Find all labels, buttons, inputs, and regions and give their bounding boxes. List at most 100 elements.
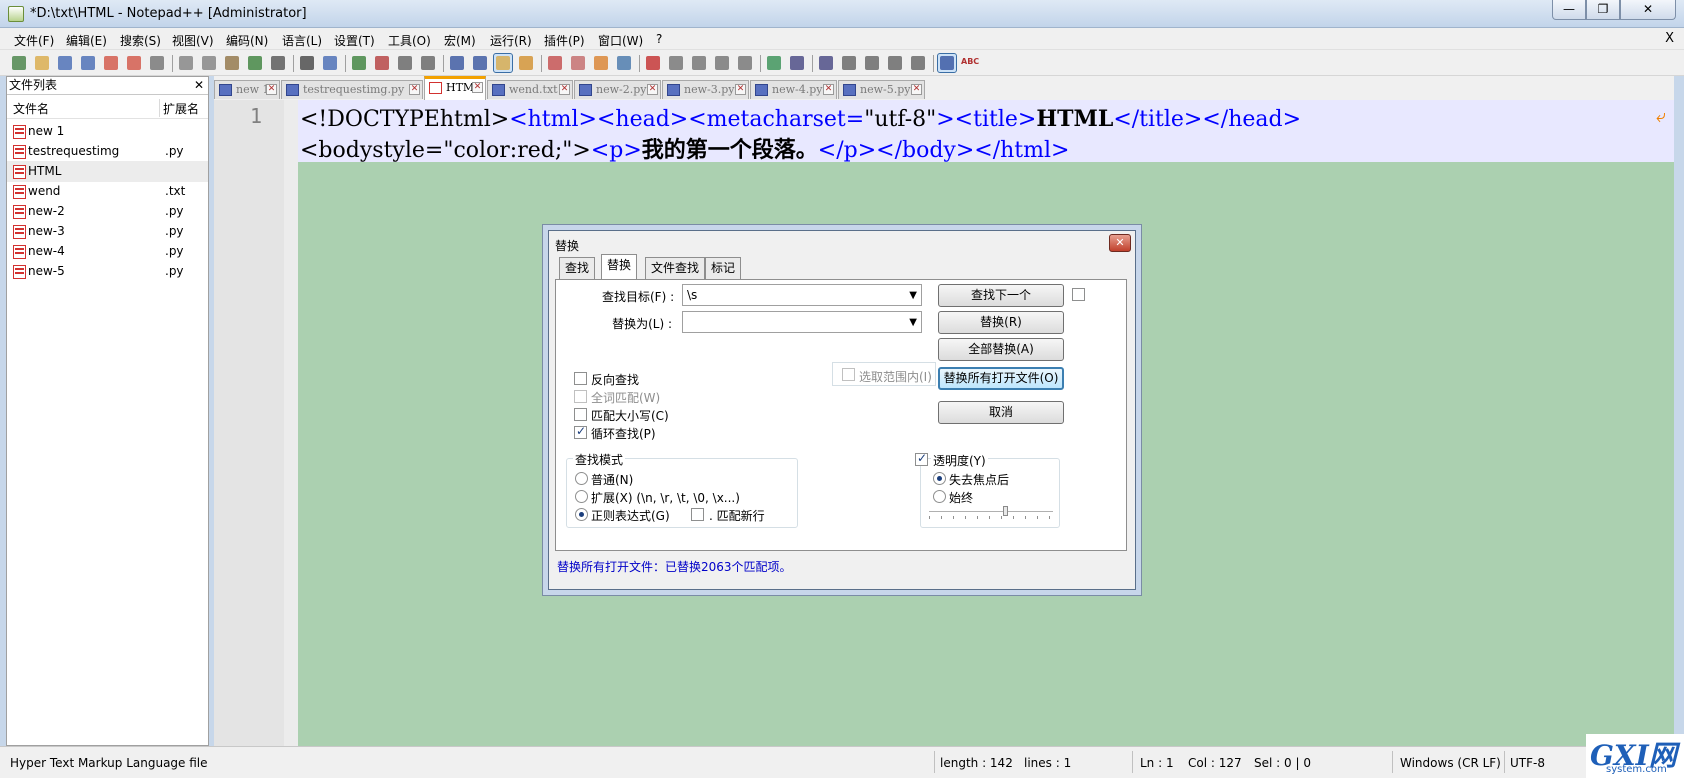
file-list-item[interactable]: new 1	[7, 121, 208, 142]
menu-search[interactable]: 搜索(S)	[120, 32, 161, 49]
compare-icon[interactable]	[817, 54, 835, 72]
cancel-button[interactable]: 取消	[938, 401, 1064, 424]
menu-help[interactable]: ?	[656, 32, 662, 46]
undo-icon[interactable]	[246, 54, 264, 72]
status-encoding[interactable]: UTF-8	[1510, 756, 1545, 770]
transparency-checkbox[interactable]	[915, 451, 928, 466]
file-list-item[interactable]: testrequestimg .py	[7, 141, 208, 162]
status-eol[interactable]: Windows (CR LF)	[1400, 756, 1501, 770]
dot-newline-checkbox[interactable]	[691, 508, 704, 521]
tab-close-icon[interactable]: ✕	[409, 84, 420, 95]
close-document-button[interactable]: X	[1665, 31, 1674, 46]
tab-close-icon[interactable]: ✕	[266, 84, 277, 95]
tab-close-icon[interactable]: ✕	[911, 84, 922, 95]
indent-guide-icon[interactable]	[493, 53, 513, 73]
save-icon[interactable]	[56, 54, 74, 72]
tab-replace[interactable]: 替换	[601, 254, 638, 279]
menu-run[interactable]: 运行(R)	[490, 32, 532, 49]
tab-new-4[interactable]: new-4.py ✕	[750, 80, 837, 99]
mode-normal-radio[interactable]	[575, 472, 588, 485]
mode-regex-radio[interactable]	[575, 508, 588, 521]
always-radio[interactable]	[933, 490, 946, 503]
clear-icon[interactable]	[909, 54, 927, 72]
find-icon[interactable]	[298, 54, 316, 72]
menu-macro[interactable]: 宏(M)	[444, 32, 476, 49]
close-icon[interactable]	[102, 54, 120, 72]
nav-down-icon[interactable]	[886, 54, 904, 72]
menu-settings[interactable]: 设置(T)	[334, 32, 375, 49]
save-macro-icon[interactable]	[736, 54, 754, 72]
menu-file[interactable]: 文件(F)	[14, 32, 54, 49]
zoom-out-icon[interactable]	[373, 54, 391, 72]
monitoring-icon[interactable]	[615, 54, 633, 72]
file-list-item[interactable]: new-3 .py	[7, 221, 208, 242]
transparency-slider-thumb[interactable]	[1003, 506, 1008, 516]
menu-edit[interactable]: 编辑(E)	[66, 32, 107, 49]
tab-mark[interactable]: 标记	[705, 257, 742, 279]
menu-language[interactable]: 语言(L)	[282, 32, 322, 49]
replace-icon[interactable]	[321, 54, 339, 72]
find-next-button[interactable]: 查找下一个	[938, 284, 1064, 307]
tab-close-icon[interactable]: ✕	[559, 84, 570, 95]
file-list-item[interactable]: new-2 .py	[7, 201, 208, 222]
replace-input[interactable]: ▼	[682, 311, 922, 333]
doc-map-icon[interactable]	[546, 54, 564, 72]
tab-find[interactable]: 查找	[559, 257, 596, 279]
folder-workspace-icon[interactable]	[592, 54, 610, 72]
zoom-in-icon[interactable]	[350, 54, 368, 72]
run-macro-multiple-icon[interactable]	[713, 54, 731, 72]
tab-close-icon[interactable]: ✕	[647, 84, 658, 95]
mode-extended-radio[interactable]	[575, 490, 588, 503]
file-list-item[interactable]: wend .txt	[7, 181, 208, 202]
copy-icon[interactable]	[200, 54, 218, 72]
replace-button[interactable]: 替换(R)	[938, 311, 1064, 334]
tab-close-icon[interactable]: ✕	[735, 84, 746, 95]
align-icon[interactable]	[840, 54, 858, 72]
play-macro-icon[interactable]	[690, 54, 708, 72]
tab-testrequestimg[interactable]: testrequestimg.py ✕	[281, 80, 423, 99]
nav-up-icon[interactable]	[863, 54, 881, 72]
stop-macro-icon[interactable]	[667, 54, 685, 72]
user-lang-icon[interactable]	[517, 54, 535, 72]
record-macro-icon[interactable]	[644, 54, 662, 72]
tab-find-in-files[interactable]: 文件查找	[645, 257, 706, 279]
find-next-option-checkbox[interactable]	[1072, 288, 1085, 301]
tab-new-5[interactable]: new-5.py ✕	[838, 80, 925, 99]
menu-encoding[interactable]: 编码(N)	[226, 32, 268, 49]
file-list-item[interactable]: new-5 .py	[7, 261, 208, 282]
tab-new-1[interactable]: new 1 ✕	[214, 80, 280, 99]
tab-new-2[interactable]: new-2.py ✕	[574, 80, 661, 99]
dropdown-arrow-icon[interactable]: ▼	[909, 317, 917, 328]
menu-plugins[interactable]: 插件(P)	[544, 32, 585, 49]
close-all-icon[interactable]	[125, 54, 143, 72]
new-file-icon[interactable]	[10, 54, 28, 72]
code-text[interactable]: <!DOCTYPEhtml><html><head><metacharset="…	[300, 104, 1301, 166]
cut-icon[interactable]	[177, 54, 195, 72]
wrap-around-checkbox[interactable]	[574, 424, 587, 439]
tab-close-icon[interactable]: ✕	[823, 84, 834, 95]
tab-new-3[interactable]: new-3.py ✕	[662, 80, 749, 99]
redo-icon[interactable]	[269, 54, 287, 72]
minimize-button[interactable]: —	[1552, 0, 1586, 20]
menu-window[interactable]: 窗口(W)	[598, 32, 643, 49]
function-list-icon[interactable]	[569, 54, 587, 72]
show-all-chars-icon[interactable]	[471, 54, 489, 72]
file-list-item[interactable]: new-4 .py	[7, 241, 208, 262]
file-panel-icon[interactable]	[937, 53, 957, 73]
tab-html[interactable]: HTML ✕	[424, 76, 486, 100]
find-input[interactable]: \s ▼	[682, 284, 922, 306]
dialog-close-button[interactable]: ✕	[1109, 234, 1131, 252]
open-file-icon[interactable]	[33, 54, 51, 72]
save-all-icon[interactable]	[79, 54, 97, 72]
column-icon[interactable]	[788, 54, 806, 72]
replace-all-open-files-button[interactable]: 替换所有打开文件(O)	[938, 367, 1064, 390]
print-icon[interactable]	[148, 54, 166, 72]
close-button[interactable]: ✕	[1620, 0, 1676, 20]
file-list-item[interactable]: HTML	[7, 161, 208, 182]
menu-tools[interactable]: 工具(O)	[388, 32, 431, 49]
match-case-checkbox[interactable]	[574, 408, 587, 421]
dropdown-arrow-icon[interactable]: ▼	[909, 290, 917, 301]
transparency-slider[interactable]	[929, 511, 1053, 513]
replace-all-button[interactable]: 全部替换(A)	[938, 338, 1064, 361]
whole-word-checkbox[interactable]	[574, 390, 587, 403]
